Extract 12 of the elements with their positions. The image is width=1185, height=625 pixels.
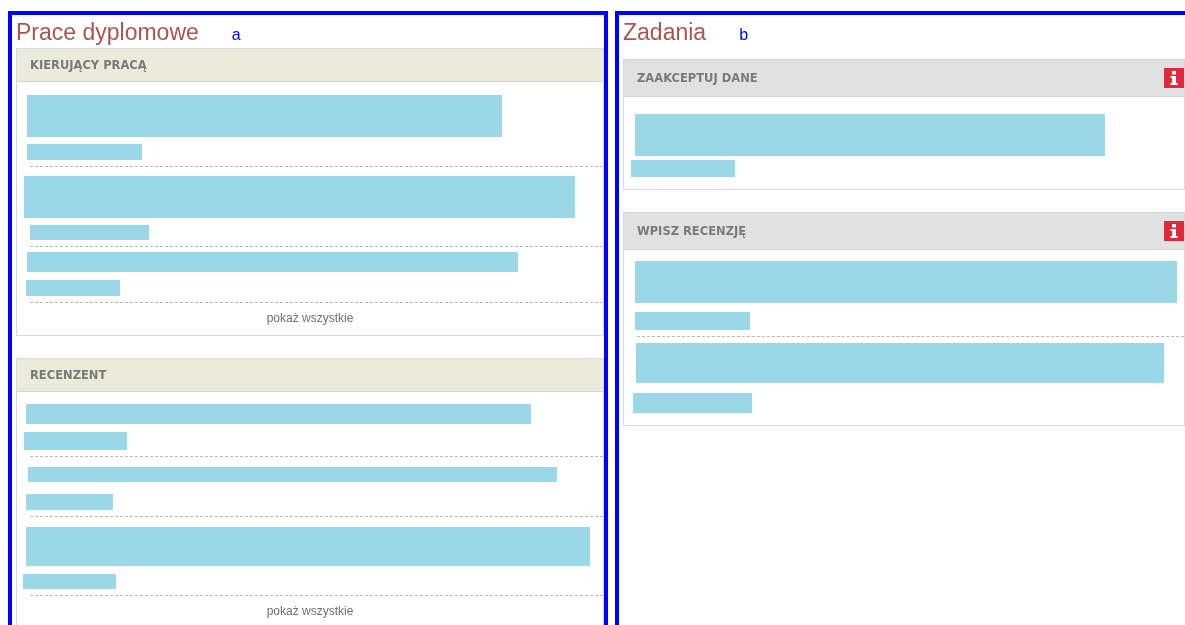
info-icon[interactable] xyxy=(1164,68,1184,88)
info-icon[interactable] xyxy=(1164,221,1184,241)
section-heading: ZAAKCEPTUJ DANE xyxy=(637,71,758,85)
show-all-link[interactable]: pokaż wszystkie xyxy=(266,596,354,625)
panel-marker: b xyxy=(739,26,749,44)
section-heading: RECENZENT xyxy=(30,368,107,382)
section-heading: KIERUJĄCY PRACĄ xyxy=(30,58,147,72)
show-all-link[interactable]: pokaż wszystkie xyxy=(266,303,354,335)
panel-title: Prace dyplomowe xyxy=(16,19,199,46)
panel-title: Zadania xyxy=(623,19,707,46)
panel-marker: a xyxy=(231,26,241,44)
section-heading: WPISZ RECENZJĘ xyxy=(637,224,747,238)
